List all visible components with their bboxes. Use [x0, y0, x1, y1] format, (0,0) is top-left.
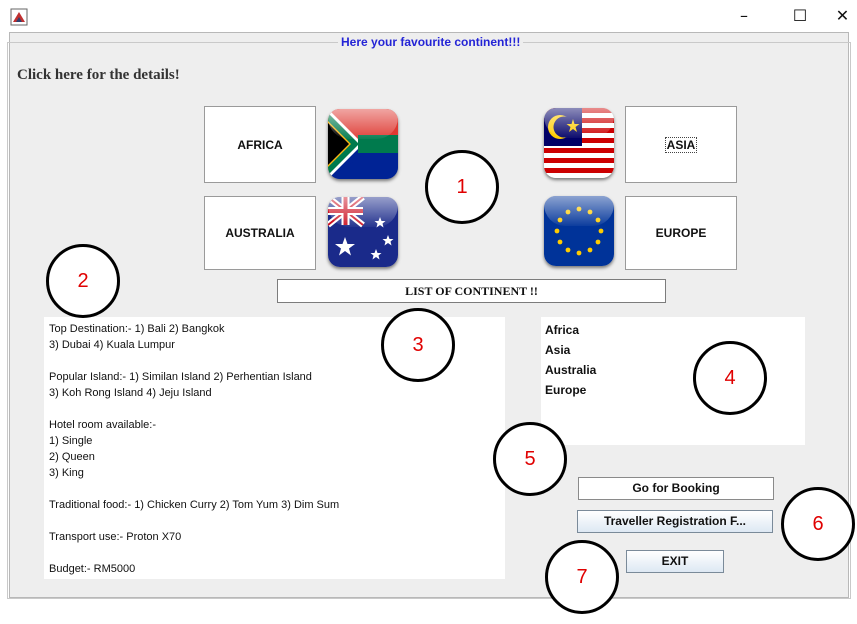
close-button[interactable]: ✕ [828, 0, 857, 32]
continent-asia-box[interactable]: ASIA [625, 106, 737, 183]
exit-button[interactable]: EXIT [626, 550, 724, 573]
callout-1: 1 [425, 150, 499, 224]
malaysia-flag-icon[interactable] [544, 108, 614, 178]
minimize-button[interactable]: – [722, 0, 766, 32]
title-bar: – ☐ ✕ [0, 0, 857, 32]
continent-australia-box[interactable]: AUSTRALIA [204, 196, 316, 270]
callout-5: 5 [493, 422, 567, 496]
panel-border-title: Here your favourite continent!!! [338, 35, 524, 49]
australia-flag-icon[interactable] [328, 197, 398, 267]
european-union-flag-icon[interactable] [544, 196, 614, 266]
list-of-continent-title: LIST OF CONTINENT !! [277, 279, 666, 303]
callout-7: 7 [545, 540, 619, 614]
callout-3: 3 [381, 308, 455, 382]
continent-asia-label: ASIA [664, 136, 698, 153]
continent-africa-box[interactable]: AFRICA [204, 106, 316, 183]
continent-europe-box[interactable]: EUROPE [625, 196, 737, 270]
list-item[interactable]: Asia [545, 340, 805, 360]
list-item[interactable]: Africa [545, 320, 805, 340]
click-details-label: Click here for the details! [17, 67, 180, 83]
callout-4: 4 [693, 341, 767, 415]
south-africa-flag-icon[interactable] [328, 109, 398, 179]
go-for-booking-button[interactable]: Go for Booking [578, 477, 774, 500]
traveller-registration-button[interactable]: Traveller Registration F... [577, 510, 773, 533]
java-app-icon [10, 8, 28, 26]
callout-6: 6 [781, 487, 855, 561]
maximize-button[interactable]: ☐ [778, 0, 822, 32]
callout-2: 2 [46, 244, 120, 318]
